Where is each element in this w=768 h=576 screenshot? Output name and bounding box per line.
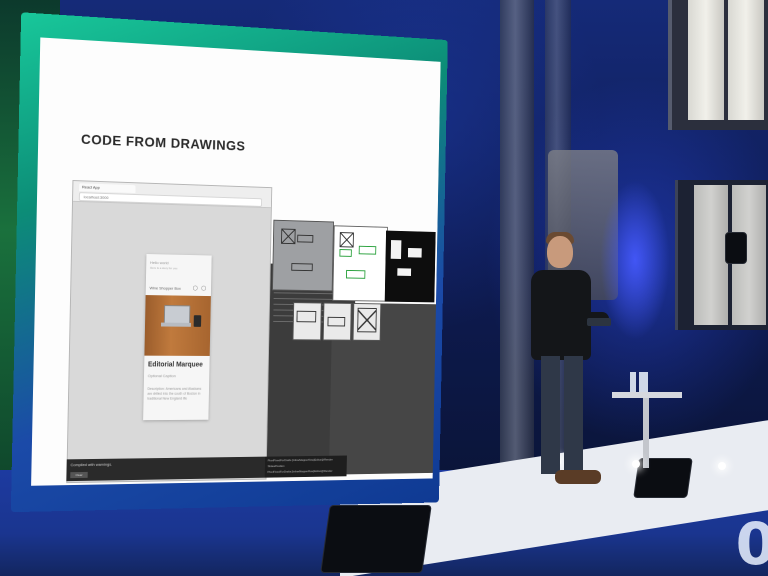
curtain [694, 185, 728, 325]
slide-title: CODE FROM DRAWINGS [80, 130, 246, 154]
sketch-block [327, 316, 346, 327]
stage-light [718, 462, 726, 470]
sketch-thumbnail [292, 302, 322, 341]
presenter-head [547, 236, 573, 268]
card-subtitle: Here is a story for you [149, 265, 178, 271]
sketch-block [296, 310, 317, 323]
mask-panel [384, 230, 436, 303]
detected-drawing-panel [332, 225, 388, 302]
stage-light [632, 460, 640, 468]
console-button: Clear [70, 471, 88, 479]
sketch-thumbnail [322, 302, 352, 341]
mask-region [390, 240, 402, 259]
log-output: PixelFixedForDrafts [InlineMapperRow]Edi… [264, 455, 347, 478]
laptop-base-icon [160, 322, 191, 327]
browser-window: React App localhost:3000 Hello world Her… [66, 180, 273, 484]
generated-ui-card: Hello world Here is a story for you Wine… [143, 254, 212, 421]
sketch-image-placeholder [281, 228, 296, 245]
presenter-jeans [541, 356, 583, 474]
sketch-button [291, 263, 313, 272]
sketch-text-block [297, 234, 314, 243]
phone-icon [193, 315, 202, 327]
browser-chrome: React App localhost:3000 [72, 181, 272, 209]
water-bottles [630, 372, 648, 392]
presenter-shoes [555, 470, 601, 484]
detected-box [339, 249, 352, 257]
presenter-clicker [587, 318, 611, 326]
address-bar: localhost:3000 [78, 192, 263, 207]
detected-box [358, 245, 377, 255]
detected-box [345, 269, 366, 279]
floor-monitor-speaker [320, 505, 432, 573]
presentation-slide: CODE FROM DRAWINGS React App localhost:3… [31, 37, 441, 486]
conference-stage-photo: CODE FROM DRAWINGS React App localhost:3… [0, 0, 768, 576]
curtain [728, 0, 764, 120]
log-line: SlidesPosition [267, 464, 285, 469]
presenter [525, 232, 615, 502]
console-message: Compiled with warnings. [70, 461, 113, 468]
sketch-image-placeholder [357, 307, 377, 333]
led-sign-text: 0 [735, 510, 768, 576]
card-caption: Optional Caption [147, 373, 176, 379]
card-photo [144, 295, 211, 356]
log-line: PixelFixedForDrafts [InlineMapperRow]Edi… [267, 457, 333, 463]
mask-region [407, 247, 422, 258]
card-greeting: Hello world [150, 259, 169, 266]
projection-screen: CODE FROM DRAWINGS React App localhost:3… [10, 12, 448, 513]
terminal-output: Compiled with warnings. Clear [66, 456, 266, 482]
sketch-image-placeholder [339, 232, 354, 248]
card-row-icons [192, 285, 208, 292]
webcam-drawing-panel [272, 219, 334, 292]
wall-speaker [725, 232, 747, 264]
sketch-thumbnail [352, 303, 382, 341]
mask-region [397, 268, 412, 276]
card-description: Description: Americans and Alaskans are … [147, 386, 202, 401]
card-title: Editorial Marquee [147, 361, 203, 369]
curtain [688, 0, 724, 120]
side-table-leg [643, 398, 649, 468]
card-row-label: Wine Shopper Box [149, 285, 181, 291]
log-line: PixelFixedForDrafts [InlineMapperRow]Edi… [267, 468, 333, 474]
